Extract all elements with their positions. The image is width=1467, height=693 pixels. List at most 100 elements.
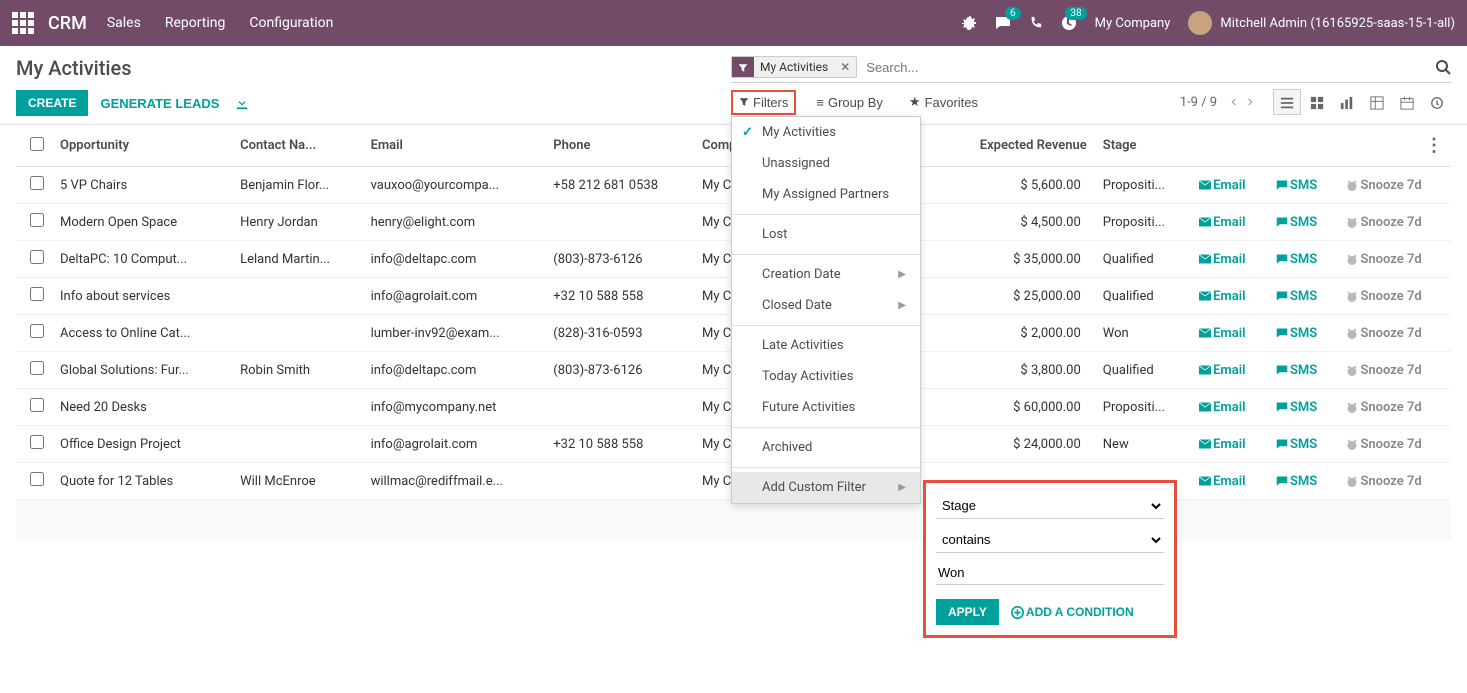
nav-reporting[interactable]: Reporting — [165, 15, 226, 31]
action-sms[interactable]: SMS — [1268, 426, 1339, 463]
view-activity-button[interactable] — [1423, 89, 1451, 115]
custom-filter-value[interactable] — [936, 561, 1164, 585]
action-snooze[interactable]: Snooze 7d — [1338, 463, 1451, 500]
action-sms[interactable]: SMS — [1268, 463, 1339, 500]
col-stage[interactable]: Stage — [1095, 125, 1191, 167]
view-graph-button[interactable] — [1333, 89, 1361, 115]
filter-lost[interactable]: Lost — [732, 219, 920, 250]
action-sms[interactable]: SMS — [1268, 352, 1339, 389]
chevron-right-icon: ▶ — [898, 482, 906, 493]
row-checkbox[interactable] — [30, 324, 44, 338]
favorites-button[interactable]: ★ Favorites — [903, 90, 984, 115]
view-calendar-button[interactable] — [1393, 89, 1421, 115]
cell-contact: Will McEnroe — [232, 463, 362, 500]
filters-dropdown: My Activities Unassigned My Assigned Par… — [731, 116, 921, 504]
filters-button[interactable]: Filters — [731, 90, 796, 115]
filter-my-activities[interactable]: My Activities — [732, 117, 920, 148]
col-revenue[interactable]: Expected Revenue — [943, 125, 1095, 167]
pager-text[interactable]: 1-9 / 9 — [1180, 95, 1217, 110]
nav-configuration[interactable]: Configuration — [249, 15, 333, 31]
row-checkbox[interactable] — [30, 361, 44, 375]
apply-button[interactable]: APPLY — [936, 599, 999, 625]
pager-next-button[interactable]: › — [1244, 93, 1257, 111]
action-email[interactable]: Email — [1191, 426, 1268, 463]
action-sms[interactable]: SMS — [1268, 389, 1339, 426]
action-sms[interactable]: SMS — [1268, 204, 1339, 241]
action-email[interactable]: Email — [1191, 352, 1268, 389]
groupby-button[interactable]: ≡ Group By — [810, 90, 889, 115]
filter-late-activities[interactable]: Late Activities — [732, 330, 920, 361]
filter-my-assigned-partners[interactable]: My Assigned Partners — [732, 179, 920, 210]
search-input[interactable] — [863, 57, 1435, 78]
row-checkbox[interactable] — [30, 398, 44, 412]
action-sms[interactable]: SMS — [1268, 241, 1339, 278]
activities-badge: 38 — [1065, 7, 1086, 20]
separator — [732, 325, 920, 326]
col-contact[interactable]: Contact Na... — [232, 125, 362, 167]
view-kanban-button[interactable] — [1303, 89, 1331, 115]
company-switcher[interactable]: My Company — [1095, 16, 1171, 31]
download-icon[interactable] — [235, 96, 249, 111]
action-snooze[interactable]: Snooze 7d — [1338, 204, 1451, 241]
select-all-checkbox[interactable] — [30, 137, 44, 151]
row-checkbox[interactable] — [30, 213, 44, 227]
activities-icon[interactable]: 38 — [1061, 15, 1077, 31]
row-checkbox[interactable] — [30, 472, 44, 486]
columns-menu-icon[interactable]: ⋮ — [1425, 135, 1443, 156]
filter-closed-date[interactable]: Closed Date▶ — [732, 290, 920, 321]
action-sms[interactable]: SMS — [1268, 315, 1339, 352]
filter-creation-date[interactable]: Creation Date▶ — [732, 259, 920, 290]
action-email[interactable]: Email — [1191, 167, 1268, 204]
view-list-button[interactable] — [1273, 89, 1301, 115]
action-snooze[interactable]: Snooze 7d — [1338, 241, 1451, 278]
cell-contact — [232, 278, 362, 315]
action-snooze[interactable]: Snooze 7d — [1338, 167, 1451, 204]
filter-add-custom[interactable]: Add Custom Filter▶ — [732, 472, 920, 503]
action-email[interactable]: Email — [1191, 278, 1268, 315]
cell-email: willmac@rediffmail.e... — [363, 463, 546, 500]
action-snooze[interactable]: Snooze 7d — [1338, 426, 1451, 463]
custom-filter-field[interactable]: Stage — [936, 493, 1164, 519]
nav-sales[interactable]: Sales — [107, 15, 141, 31]
view-pivot-button[interactable] — [1363, 89, 1391, 115]
row-checkbox[interactable] — [30, 287, 44, 301]
row-checkbox[interactable] — [30, 176, 44, 190]
phone-icon[interactable] — [1029, 16, 1043, 31]
generate-leads-button[interactable]: GENERATE LEADS — [100, 96, 219, 111]
debug-icon[interactable] — [961, 15, 977, 31]
row-checkbox[interactable] — [30, 250, 44, 264]
apps-menu-icon[interactable] — [12, 12, 34, 34]
action-snooze[interactable]: Snooze 7d — [1338, 315, 1451, 352]
action-sms[interactable]: SMS — [1268, 167, 1339, 204]
action-snooze[interactable]: Snooze 7d — [1338, 278, 1451, 315]
messages-icon[interactable]: 6 — [995, 15, 1011, 31]
action-snooze[interactable]: Snooze 7d — [1338, 352, 1451, 389]
filter-today-activities[interactable]: Today Activities — [732, 361, 920, 392]
cell-stage: Propositi... — [1095, 167, 1191, 204]
filter-unassigned[interactable]: Unassigned — [732, 148, 920, 179]
action-email[interactable]: Email — [1191, 241, 1268, 278]
mail-icon — [1199, 474, 1211, 489]
col-phone[interactable]: Phone — [545, 125, 694, 167]
row-checkbox[interactable] — [30, 435, 44, 449]
col-opportunity[interactable]: Opportunity — [52, 125, 232, 167]
facet-remove-icon[interactable]: ✕ — [834, 57, 856, 77]
action-email[interactable]: Email — [1191, 315, 1268, 352]
create-button[interactable]: CREATE — [16, 90, 88, 116]
action-email[interactable]: Email — [1191, 463, 1268, 500]
filter-archived[interactable]: Archived — [732, 432, 920, 463]
search-bar: My Activities ✕ — [731, 56, 1451, 83]
col-email[interactable]: Email — [363, 125, 546, 167]
action-email[interactable]: Email — [1191, 204, 1268, 241]
add-condition-button[interactable]: ADD A CONDITION — [1011, 604, 1134, 618]
separator — [732, 254, 920, 255]
custom-filter-operator[interactable]: contains — [936, 527, 1164, 553]
pager-prev-button[interactable]: ‹ — [1227, 93, 1240, 111]
action-sms[interactable]: SMS — [1268, 278, 1339, 315]
sms-icon — [1276, 289, 1288, 304]
action-email[interactable]: Email — [1191, 389, 1268, 426]
action-snooze[interactable]: Snooze 7d — [1338, 389, 1451, 426]
user-menu[interactable]: Mitchell Admin (16165925-saas-15-1-all) — [1188, 11, 1455, 35]
search-icon[interactable] — [1435, 58, 1451, 76]
filter-future-activities[interactable]: Future Activities — [732, 392, 920, 423]
